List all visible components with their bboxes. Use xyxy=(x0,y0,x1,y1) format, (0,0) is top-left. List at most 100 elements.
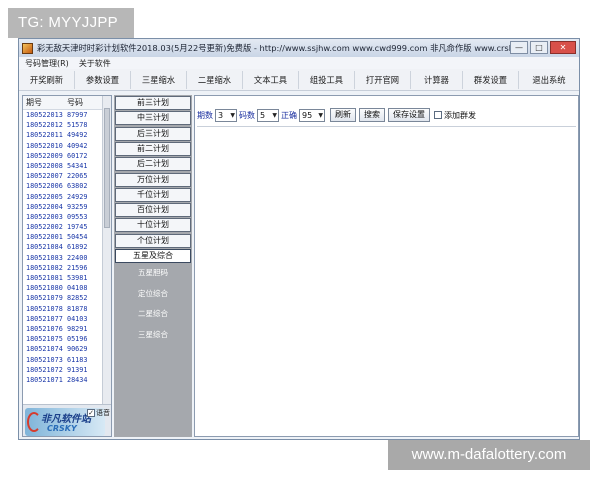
plan-button[interactable]: 后二计划 xyxy=(115,157,191,172)
history-period: 180522012 xyxy=(26,121,63,130)
close-button[interactable]: ✕ xyxy=(550,41,576,54)
search-button[interactable]: 搜索 xyxy=(359,108,385,122)
empty-checkbox-icon xyxy=(434,111,442,119)
history-period: 180521079 xyxy=(26,294,63,303)
menu-item-about[interactable]: 关于软件 xyxy=(79,58,111,69)
plan-result-area[interactable] xyxy=(197,126,576,434)
menu-item-number-management[interactable]: 号码管理(R) xyxy=(25,58,69,69)
history-number: 22065 xyxy=(67,172,88,181)
accuracy-select[interactable]: 95 xyxy=(299,108,325,122)
history-row[interactable]: 180521075 05196 xyxy=(23,334,111,344)
history-period: 180522011 xyxy=(26,131,63,140)
refresh-button[interactable]: 刷新 xyxy=(330,108,356,122)
history-row[interactable]: 180521080 04108 xyxy=(23,283,111,293)
history-period: 180522009 xyxy=(26,151,63,160)
history-row[interactable]: 180522001 50454 xyxy=(23,232,111,242)
history-row[interactable]: 180521077 04103 xyxy=(23,314,111,324)
add-broadcast-checkbox[interactable]: 添加群发 xyxy=(434,110,476,121)
history-row[interactable]: 180522013 87997 xyxy=(23,110,111,120)
history-row[interactable]: 180521076 98291 xyxy=(23,324,111,334)
plan-sub-item[interactable]: 二星综合 xyxy=(114,308,192,319)
plan-button[interactable]: 后三计划 xyxy=(115,126,191,141)
checkmark-icon: ✓ xyxy=(87,409,95,417)
code-count-label: 码数 xyxy=(239,110,255,120)
history-row[interactable]: 180521084 61892 xyxy=(23,242,111,252)
history-row[interactable]: 180521081 53981 xyxy=(23,273,111,283)
history-header: 期号 号码 xyxy=(23,96,111,110)
plan-button[interactable]: 个位计划 xyxy=(115,233,191,248)
scrollbar-thumb[interactable] xyxy=(104,108,110,228)
plan-button[interactable]: 千位计划 xyxy=(115,187,191,202)
history-row[interactable]: 180522003 09553 xyxy=(23,212,111,222)
toolbar-text-tool-button[interactable]: 文本工具 xyxy=(243,70,299,89)
minimize-button[interactable]: — xyxy=(510,41,528,54)
code-count-select[interactable]: 5 xyxy=(257,108,279,122)
history-row[interactable]: 180522006 63802 xyxy=(23,181,111,191)
swirl-icon xyxy=(27,412,41,432)
history-period: 180522008 xyxy=(26,161,63,170)
toolbar-open-website-button[interactable]: 打开官网 xyxy=(355,70,411,89)
history-number: 19745 xyxy=(67,223,88,232)
history-row[interactable]: 180522012 51578 xyxy=(23,120,111,130)
sound-checkbox[interactable]: ✓ 语音 xyxy=(87,408,110,418)
history-row[interactable]: 180521071 28434 xyxy=(23,375,111,385)
history-number: 28434 xyxy=(67,375,88,384)
history-number: 91391 xyxy=(67,365,88,374)
toolbar-two-star-shrink-button[interactable]: 二星缩水 xyxy=(187,70,243,89)
history-row[interactable]: 180521072 91391 xyxy=(23,365,111,375)
history-row[interactable]: 180522009 60172 xyxy=(23,151,111,161)
toolbar-draw-refresh-button[interactable]: 开奖刷新 xyxy=(19,70,75,89)
history-panel: 期号 号码 180522013 87997 180522012 51578 180522… xyxy=(22,95,112,437)
plan-sub-item[interactable]: 定位综合 xyxy=(114,288,192,299)
toolbar-parameter-settings-button[interactable]: 参数设置 xyxy=(75,70,131,89)
plan-button[interactable]: 前三计划 xyxy=(115,96,191,110)
history-period: 180521075 xyxy=(26,335,63,344)
plan-sub-item[interactable]: 五星胆码 xyxy=(114,267,192,278)
history-row[interactable]: 180522007 22065 xyxy=(23,171,111,181)
history-row[interactable]: 180522011 49492 xyxy=(23,130,111,140)
plan-button[interactable]: 前二计划 xyxy=(115,141,191,156)
period-select[interactable]: 3 xyxy=(215,108,237,122)
history-row[interactable]: 180522002 19745 xyxy=(23,222,111,232)
plan-button[interactable]: 万位计划 xyxy=(115,172,191,187)
history-row[interactable]: 180522010 40942 xyxy=(23,141,111,151)
history-row[interactable]: 180522005 24929 xyxy=(23,192,111,202)
history-row[interactable]: 180522004 93259 xyxy=(23,202,111,212)
app-window: 彩无敌天津时时彩计划软件2018.03(5月22号更新)免费版 - http:/… xyxy=(18,38,580,440)
history-row[interactable]: 180521079 82852 xyxy=(23,293,111,303)
history-number: 51578 xyxy=(67,121,88,130)
plan-button[interactable]: 十位计划 xyxy=(115,218,191,233)
toolbar-calculator-button[interactable]: 计算器 xyxy=(411,70,463,89)
history-row[interactable]: 180521083 22400 xyxy=(23,253,111,263)
sound-label: 语音 xyxy=(96,409,110,417)
history-number: 54341 xyxy=(67,161,88,170)
history-row[interactable]: 180521074 90629 xyxy=(23,344,111,354)
history-period: 180521073 xyxy=(26,355,63,364)
toolbar-three-star-shrink-button[interactable]: 三星缩水 xyxy=(131,70,187,89)
control-bar: 期数 3 码数 5 正确 95 刷新 搜索 保存设置 添加群发 xyxy=(197,108,476,122)
maximize-button[interactable]: □ xyxy=(530,41,548,54)
toolbar-group-bet-tool-button[interactable]: 组投工具 xyxy=(299,70,355,89)
history-number: 22400 xyxy=(67,253,88,262)
history-scrollbar[interactable] xyxy=(102,96,111,404)
history-period: 180522001 xyxy=(26,233,63,242)
history-row[interactable]: 180521078 81878 xyxy=(23,304,111,314)
title-bar[interactable]: 彩无敌天津时时彩计划软件2018.03(5月22号更新)免费版 - http:/… xyxy=(19,39,579,57)
toolbar-exit-button[interactable]: 退出系统 xyxy=(519,71,579,89)
history-number: 21596 xyxy=(67,263,88,272)
plan-button[interactable]: 百位计划 xyxy=(115,203,191,218)
save-settings-button[interactable]: 保存设置 xyxy=(388,108,430,122)
history-row[interactable]: 180521082 21596 xyxy=(23,263,111,273)
toolbar-broadcast-settings-button[interactable]: 群发设置 xyxy=(463,70,519,89)
plan-button[interactable]: 五星及综合 xyxy=(115,249,191,263)
history-period: 180522004 xyxy=(26,202,63,211)
history-period: 180521084 xyxy=(26,243,63,252)
history-period: 180521083 xyxy=(26,253,63,262)
plan-button[interactable]: 中三计划 xyxy=(115,111,191,126)
history-period: 180521082 xyxy=(26,263,63,272)
plan-sub-item[interactable]: 三星综合 xyxy=(114,329,192,340)
header-period: 期号 xyxy=(26,98,42,107)
history-number: 98291 xyxy=(67,324,88,333)
history-row[interactable]: 180521073 61183 xyxy=(23,355,111,365)
history-row[interactable]: 180522008 54341 xyxy=(23,161,111,171)
